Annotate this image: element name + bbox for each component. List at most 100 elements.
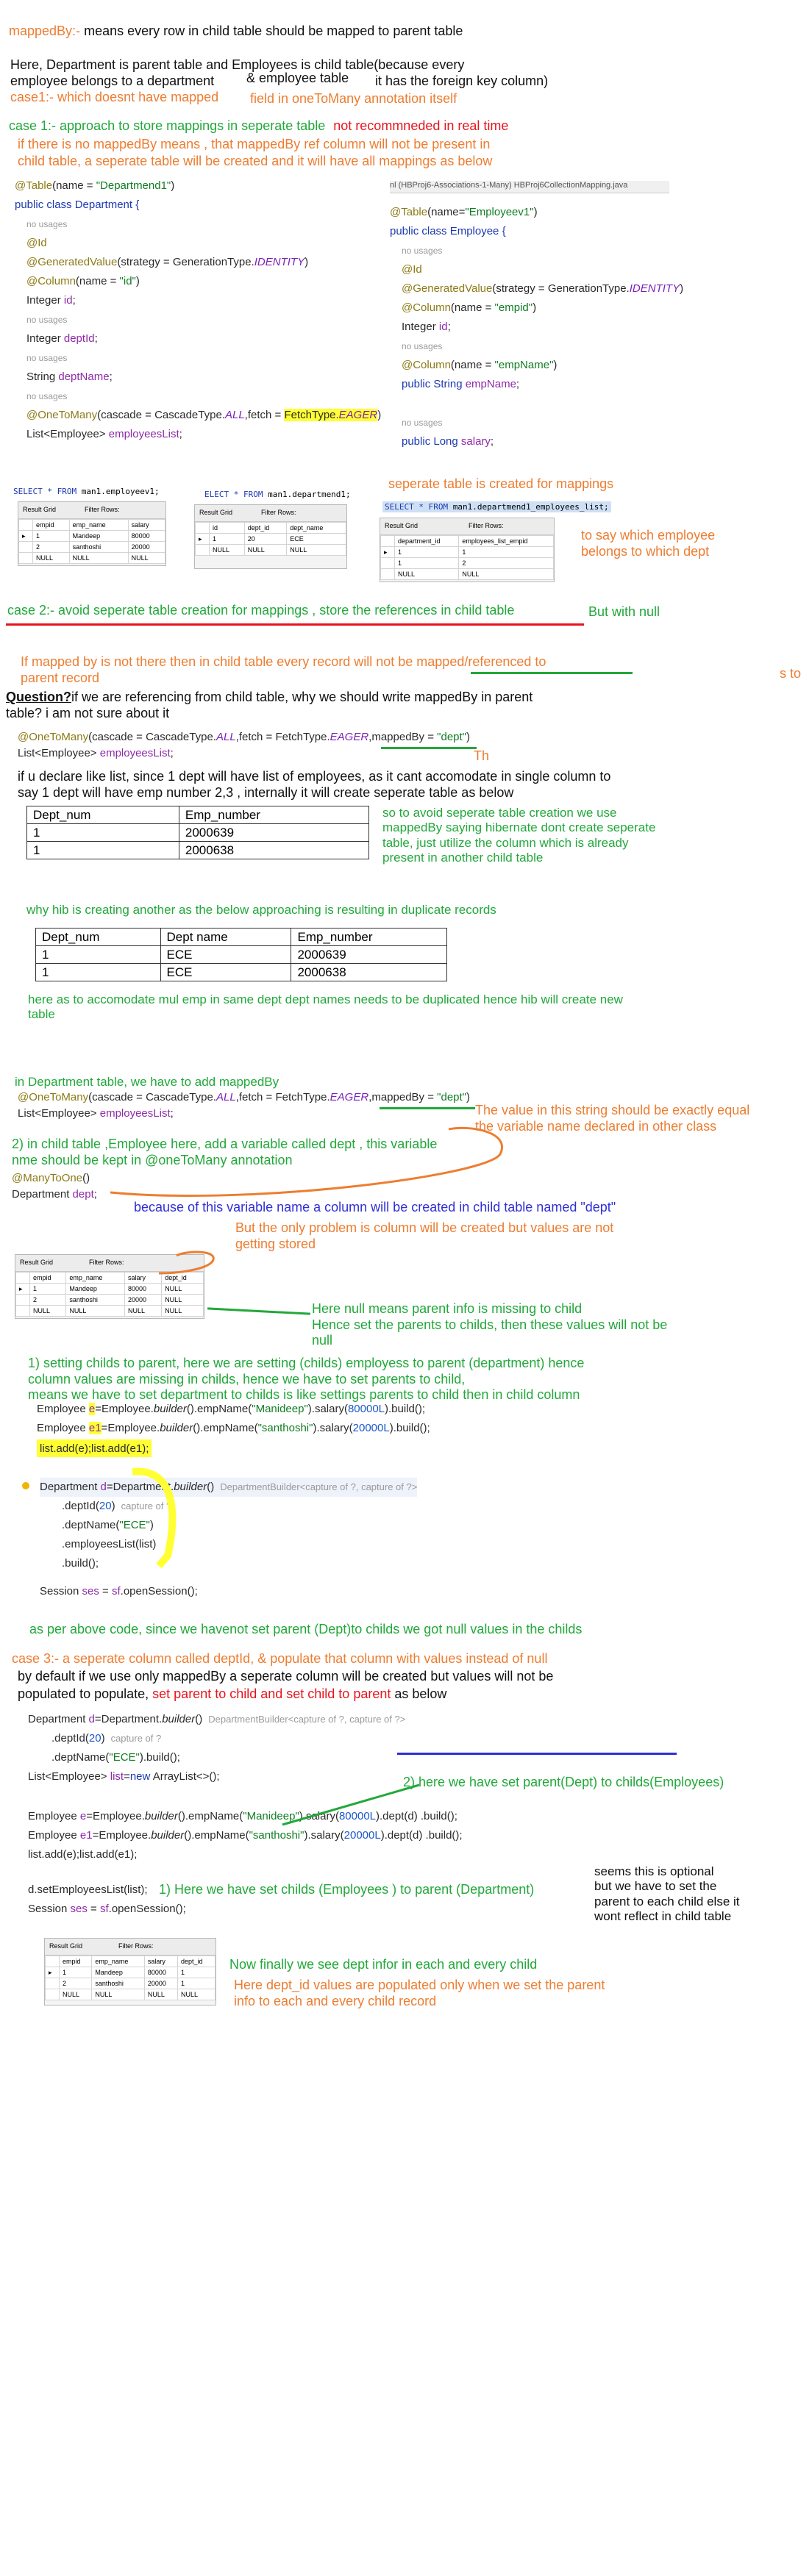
cell[interactable]: 2	[32, 541, 70, 553]
cell[interactable]: 2	[458, 557, 554, 569]
result-grid-employee[interactable]: Result Grid Filter Rows: empid emp_name sal…	[18, 501, 166, 566]
class-decl: public class Employee {	[390, 225, 506, 237]
cell[interactable]: NULL	[177, 1989, 216, 2000]
cell[interactable]: NULL	[58, 1989, 93, 2000]
table-row[interactable]: ▸ 1 1	[380, 546, 554, 558]
sql-query-1[interactable]: SELECT * FROM man1.employeev1;	[13, 487, 160, 496]
cell[interactable]: 80000	[143, 1967, 178, 1978]
filter-rows-label[interactable]: Filter Rows:	[85, 506, 120, 513]
cell[interactable]: 20000	[127, 541, 166, 553]
column-header[interactable]: salary	[127, 519, 166, 531]
filter-rows-label[interactable]: Filter Rows:	[261, 509, 296, 516]
cell[interactable]: 1	[177, 1978, 216, 1989]
cell[interactable]: 1	[29, 1283, 67, 1295]
table-row[interactable]: 12	[380, 557, 554, 569]
cell[interactable]: 1	[458, 546, 554, 558]
cell[interactable]: 2	[29, 1294, 67, 1306]
column-header[interactable]: dept_id	[243, 522, 288, 534]
cell[interactable]: NULL	[161, 1305, 204, 1317]
cell[interactable]: Mandeep	[68, 530, 129, 542]
cell[interactable]: NULL	[127, 552, 166, 564]
table-row[interactable]: 2 santhoshi 20000	[18, 541, 166, 553]
cell[interactable]: 1	[393, 546, 460, 558]
cell[interactable]: ECE	[286, 533, 346, 545]
cell[interactable]: santhoshi	[65, 1294, 126, 1306]
table-row[interactable]: 2 santhoshi 20000 1	[45, 1978, 216, 1989]
editor-tab-label[interactable]: nl (HBProj6-Associations-1-Many) HBProj6…	[390, 181, 627, 190]
cell[interactable]: Mandeep	[91, 1967, 145, 1978]
column-header[interactable]: id	[209, 522, 245, 534]
editor-tabs[interactable]: nl (HBProj6-Associations-1-Many) HBProj6…	[390, 181, 669, 193]
session-code: Session ses = sf.openSession();	[40, 1582, 334, 1601]
cell[interactable]: 1	[58, 1967, 93, 1978]
cell[interactable]: 20	[243, 533, 288, 545]
column-header[interactable]: emp_name	[68, 519, 129, 531]
cell[interactable]: NULL	[209, 544, 245, 556]
table-row[interactable]: NULL NULL NULL	[18, 552, 166, 564]
cell[interactable]: NULL	[68, 552, 129, 564]
cell[interactable]: NULL	[32, 552, 70, 564]
code-text: ).build();	[385, 1403, 426, 1415]
cell[interactable]: 1	[177, 1967, 216, 1978]
table-row[interactable]: NULL NULL NULL NULL	[15, 1305, 204, 1317]
cell[interactable]: NULL	[124, 1305, 163, 1317]
column-header[interactable]: emp_name	[65, 1272, 126, 1284]
cell[interactable]: 1	[32, 530, 70, 542]
cell[interactable]: NULL	[143, 1989, 178, 2000]
cell[interactable]: santhoshi	[91, 1978, 145, 1989]
cell[interactable]: NULL	[91, 1989, 145, 2000]
cell[interactable]: NULL	[243, 544, 288, 556]
table-row[interactable]: NULL NULL NULL	[195, 544, 346, 556]
cell[interactable]: NULL	[458, 568, 554, 580]
column-header[interactable]: salary	[143, 1956, 178, 1967]
result-grid-final[interactable]: Result Grid Filter Rows: empid emp_name sal…	[44, 1938, 216, 2006]
cell[interactable]: NULL	[161, 1283, 204, 1295]
result-grid-toolbar[interactable]: Result Grid Filter Rows:	[380, 518, 554, 535]
cell[interactable]: NULL	[161, 1294, 204, 1306]
result-grid-toolbar[interactable]: Result Grid Filter Rows:	[45, 1939, 216, 1956]
filter-rows-label[interactable]: Filter Rows:	[118, 1942, 154, 1950]
cell[interactable]: Mandeep	[65, 1283, 126, 1295]
column-header[interactable]: emp_name	[91, 1956, 145, 1967]
sql-query-2[interactable]: ELECT * FROM man1.departmend1;	[204, 490, 351, 499]
column-header[interactable]: department_id	[393, 535, 460, 547]
result-grid-label: Result Grid	[385, 522, 419, 529]
cell[interactable]: 20000	[124, 1294, 163, 1306]
cell[interactable]: 80000	[124, 1283, 163, 1295]
cell[interactable]: 1	[209, 533, 245, 545]
column-header[interactable]: employees_list_empid	[458, 535, 554, 547]
result-grid-toolbar[interactable]: Result Grid Filter Rows:	[18, 502, 165, 519]
case3-text: as below	[391, 1686, 447, 1701]
lightbulb-icon[interactable]	[22, 1482, 29, 1489]
column-header[interactable]: empid	[58, 1956, 93, 1967]
table-row[interactable]: ▸ 1 Mandeep 80000 NULL	[15, 1283, 204, 1295]
result-grid-toolbar[interactable]: Result Grid Filter Rows:	[195, 505, 346, 522]
mappedby-definition: means every row in child table should be…	[84, 24, 463, 38]
cell[interactable]: NULL	[393, 568, 460, 580]
table-row[interactable]: ▸ 1 Mandeep 80000 1	[45, 1967, 216, 1978]
table-row[interactable]: ▸ 1 Mandeep 80000	[18, 530, 166, 542]
cell[interactable]: 80000	[127, 530, 166, 542]
table-row[interactable]: 2 santhoshi 20000 NULL	[15, 1294, 204, 1306]
table-row[interactable]: NULL NULL NULL NULL	[45, 1989, 216, 2000]
code-text: ;	[490, 435, 494, 448]
cell[interactable]: NULL	[65, 1305, 126, 1317]
table-row[interactable]: ▸ 1 20 ECE	[195, 533, 346, 545]
table-row[interactable]: NULL NULL	[380, 568, 554, 580]
cell[interactable]: santhoshi	[68, 541, 129, 553]
cell[interactable]: 2	[58, 1978, 93, 1989]
code-text: ,fetch = FetchType.	[235, 731, 330, 743]
column-header[interactable]: dept_id	[177, 1956, 216, 1967]
cell[interactable]: 20000	[143, 1978, 178, 1989]
filter-rows-label[interactable]: Filter Rows:	[469, 522, 504, 529]
cell[interactable]: NULL	[286, 544, 346, 556]
sql-query-3[interactable]: SELECT * FROM man1.departmend1_employees…	[382, 501, 611, 512]
column-header[interactable]: dept_name	[286, 522, 346, 534]
filter-rows-label[interactable]: Filter Rows:	[89, 1259, 124, 1266]
cell[interactable]: NULL	[29, 1305, 67, 1317]
column-header[interactable]: empid	[29, 1272, 67, 1284]
result-grid-mapping[interactable]: Result Grid Filter Rows: department_id emp…	[380, 518, 555, 582]
cell[interactable]: 1	[393, 557, 460, 569]
column-header[interactable]: empid	[32, 519, 70, 531]
result-grid-department[interactable]: Result Grid Filter Rows: id dept_id dept_na…	[194, 504, 347, 569]
